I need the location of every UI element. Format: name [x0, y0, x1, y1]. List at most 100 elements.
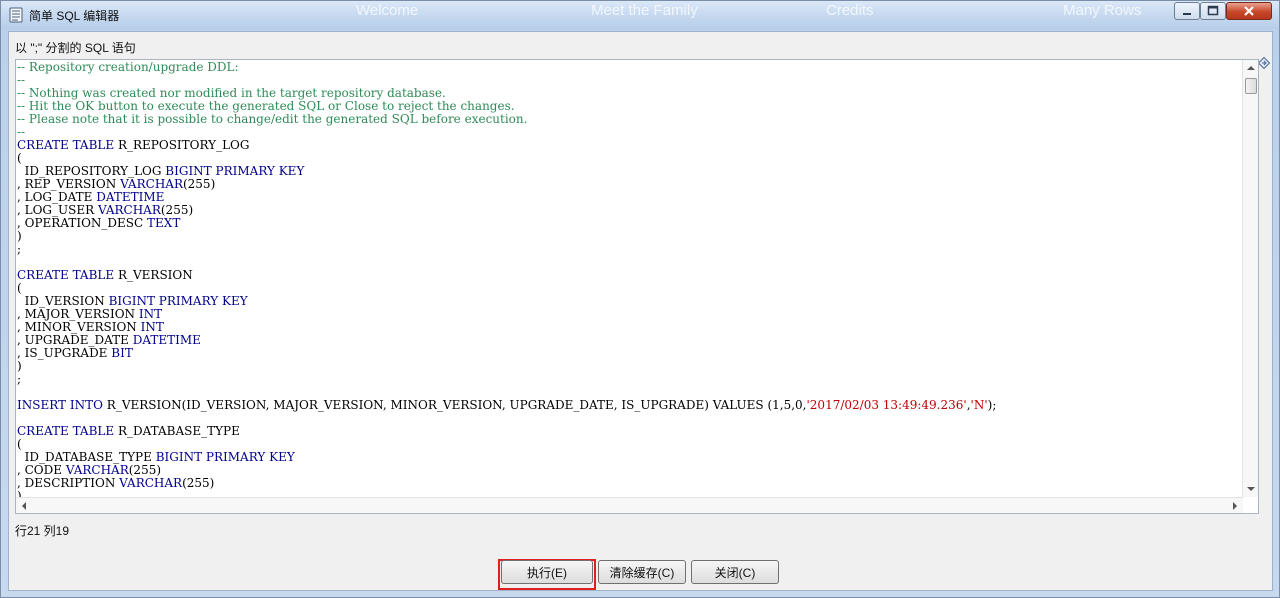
code-token: DATETIME — [132, 333, 201, 347]
code-token: , MAJOR_VERSION — [17, 307, 139, 321]
sql-editor-window: Welcome Meet the Family Credits Many Row… — [0, 0, 1280, 598]
code-token: 'N' — [970, 398, 988, 412]
code-line: , IS_UPGRADE BIT — [17, 347, 1239, 360]
close-button[interactable]: 关闭(C) — [691, 560, 779, 584]
code-token: CREATE — [17, 268, 69, 282]
code-line: ID_VERSION BIGINT PRIMARY KEY — [17, 295, 1239, 308]
code-token: , OPERATION_DESC — [17, 216, 148, 230]
cursor-position-status: 行21 列19 — [15, 524, 70, 538]
background-tab: Credits — [826, 2, 874, 19]
vertical-scrollbar[interactable] — [1242, 60, 1258, 497]
code-token: ( — [17, 281, 22, 295]
code-token: INSERT — [17, 398, 67, 412]
code-token: PRIMARY KEY — [215, 164, 305, 178]
code-token: CREATE — [17, 424, 69, 438]
code-token: VARCHAR — [120, 177, 183, 191]
code-line: , OPERATION_DESC TEXT — [17, 217, 1239, 230]
code-token: R_VERSION — [114, 268, 193, 282]
code-token: -- Please note that it is possible to ch… — [17, 112, 528, 126]
code-token: INT — [140, 320, 164, 334]
minimize-button[interactable] — [1174, 2, 1200, 20]
code-token: (255) — [182, 177, 216, 191]
maximize-icon — [1207, 5, 1219, 16]
code-token: TABLE — [72, 138, 115, 152]
code-line: CREATE TABLE R_REPOSITORY_LOG — [17, 139, 1239, 152]
code-token: -- Nothing was created nor modified in t… — [17, 86, 446, 100]
dialog-body: 以 ";" 分割的 SQL 语句 -- Repository creation/… — [8, 31, 1273, 591]
code-token: VARCHAR — [119, 476, 183, 490]
scroll-left-arrow-icon[interactable] — [16, 498, 32, 513]
code-token: INTO — [69, 398, 103, 412]
code-line: -- Repository creation/upgrade DDL: — [17, 61, 1239, 74]
horizontal-scrollbar[interactable] — [16, 497, 1243, 513]
code-line: ; — [17, 243, 1239, 256]
sql-text-area[interactable]: -- Repository creation/upgrade DDL: -- -- … — [15, 59, 1259, 514]
code-token: ; — [17, 242, 22, 256]
code-token: -- — [17, 125, 26, 139]
code-token: -- Hit the OK button to execute the gene… — [17, 99, 515, 113]
sql-code[interactable]: -- Repository creation/upgrade DDL: -- -- … — [17, 61, 1239, 497]
code-token: R_REPOSITORY_LOG — [114, 138, 250, 152]
code-line: , LOG_USER VARCHAR(255) — [17, 204, 1239, 217]
close-icon — [1244, 6, 1254, 16]
maximize-button[interactable] — [1200, 2, 1226, 20]
code-line: , LOG_DATE DATETIME — [17, 191, 1239, 204]
vertical-scroll-thumb[interactable] — [1245, 78, 1257, 94]
close-window-button[interactable] — [1226, 2, 1272, 20]
code-token: , LOG_DATE — [17, 190, 97, 204]
code-line: INSERT INTO R_VERSION(ID_VERSION, MAJOR_… — [17, 399, 1239, 412]
code-line: ID_DATABASE_TYPE BIGINT PRIMARY KEY — [17, 451, 1239, 464]
code-token: ) — [17, 489, 22, 498]
code-line: , MAJOR_VERSION INT — [17, 308, 1239, 321]
code-token: R_DATABASE_TYPE — [114, 424, 240, 438]
code-token: VARCHAR — [97, 203, 161, 217]
window-title: 简单 SQL 编辑器 — [29, 9, 120, 23]
scroll-up-arrow-icon[interactable] — [1243, 60, 1258, 76]
code-token: TABLE — [72, 424, 115, 438]
clear-cache-button[interactable]: 清除缓存(C) — [598, 560, 686, 584]
code-token: , IS_UPGRADE — [17, 346, 112, 360]
code-token: CREATE — [17, 138, 69, 152]
code-token: (255) — [160, 203, 194, 217]
code-line: , DESCRIPTION VARCHAR(255) — [17, 477, 1239, 490]
editor-hint-label: 以 ";" 分割的 SQL 语句 — [15, 41, 136, 55]
code-token: (255) — [182, 476, 215, 490]
code-token: ) — [17, 229, 22, 243]
code-token: -- Repository creation/upgrade DDL: — [17, 61, 239, 74]
code-line: , REP_VERSION VARCHAR(255) — [17, 178, 1239, 191]
code-line: ; — [17, 373, 1239, 386]
code-token: R_VERSION(ID_VERSION, MAJOR_VERSION, MIN… — [102, 398, 807, 412]
scroll-down-arrow-icon[interactable] — [1243, 481, 1258, 497]
code-token: -- — [17, 73, 26, 87]
scroll-right-arrow-icon[interactable] — [1227, 498, 1243, 513]
background-tab: Meet the Family — [591, 2, 698, 19]
code-line: -- Please note that it is possible to ch… — [17, 113, 1239, 126]
title-bar[interactable]: Welcome Meet the Family Credits Many Row… — [1, 1, 1279, 29]
code-token: , REP_VERSION — [17, 177, 121, 191]
code-line: ) — [17, 360, 1239, 373]
code-token: ( — [17, 151, 22, 165]
code-token: ); — [987, 398, 997, 412]
code-token: DATETIME — [96, 190, 165, 204]
code-token: , CODE — [17, 463, 66, 477]
code-token: BIGINT — [165, 164, 212, 178]
code-token: , DESCRIPTION — [17, 476, 120, 490]
code-token: ID_VERSION — [17, 294, 109, 308]
minimize-icon — [1183, 13, 1191, 15]
code-token: ID_REPOSITORY_LOG — [17, 164, 166, 178]
code-token: '2017/02/03 13:49:49.236' — [806, 398, 967, 412]
code-token: , LOG_USER — [17, 203, 98, 217]
code-token: BIGINT — [108, 294, 155, 308]
code-line: CREATE TABLE R_VERSION — [17, 269, 1239, 282]
execute-button[interactable]: 执行(E) — [501, 560, 593, 584]
code-token: PRIMARY KEY — [205, 450, 295, 464]
diamond-icon[interactable] — [1258, 57, 1270, 69]
code-token: VARCHAR — [65, 463, 129, 477]
code-token: TABLE — [72, 268, 115, 282]
code-token: ; — [17, 372, 22, 386]
code-token: INT — [138, 307, 163, 321]
background-tab: Many Rows — [1063, 2, 1142, 19]
background-tab: Welcome — [356, 2, 419, 19]
code-token: ) — [17, 359, 22, 373]
